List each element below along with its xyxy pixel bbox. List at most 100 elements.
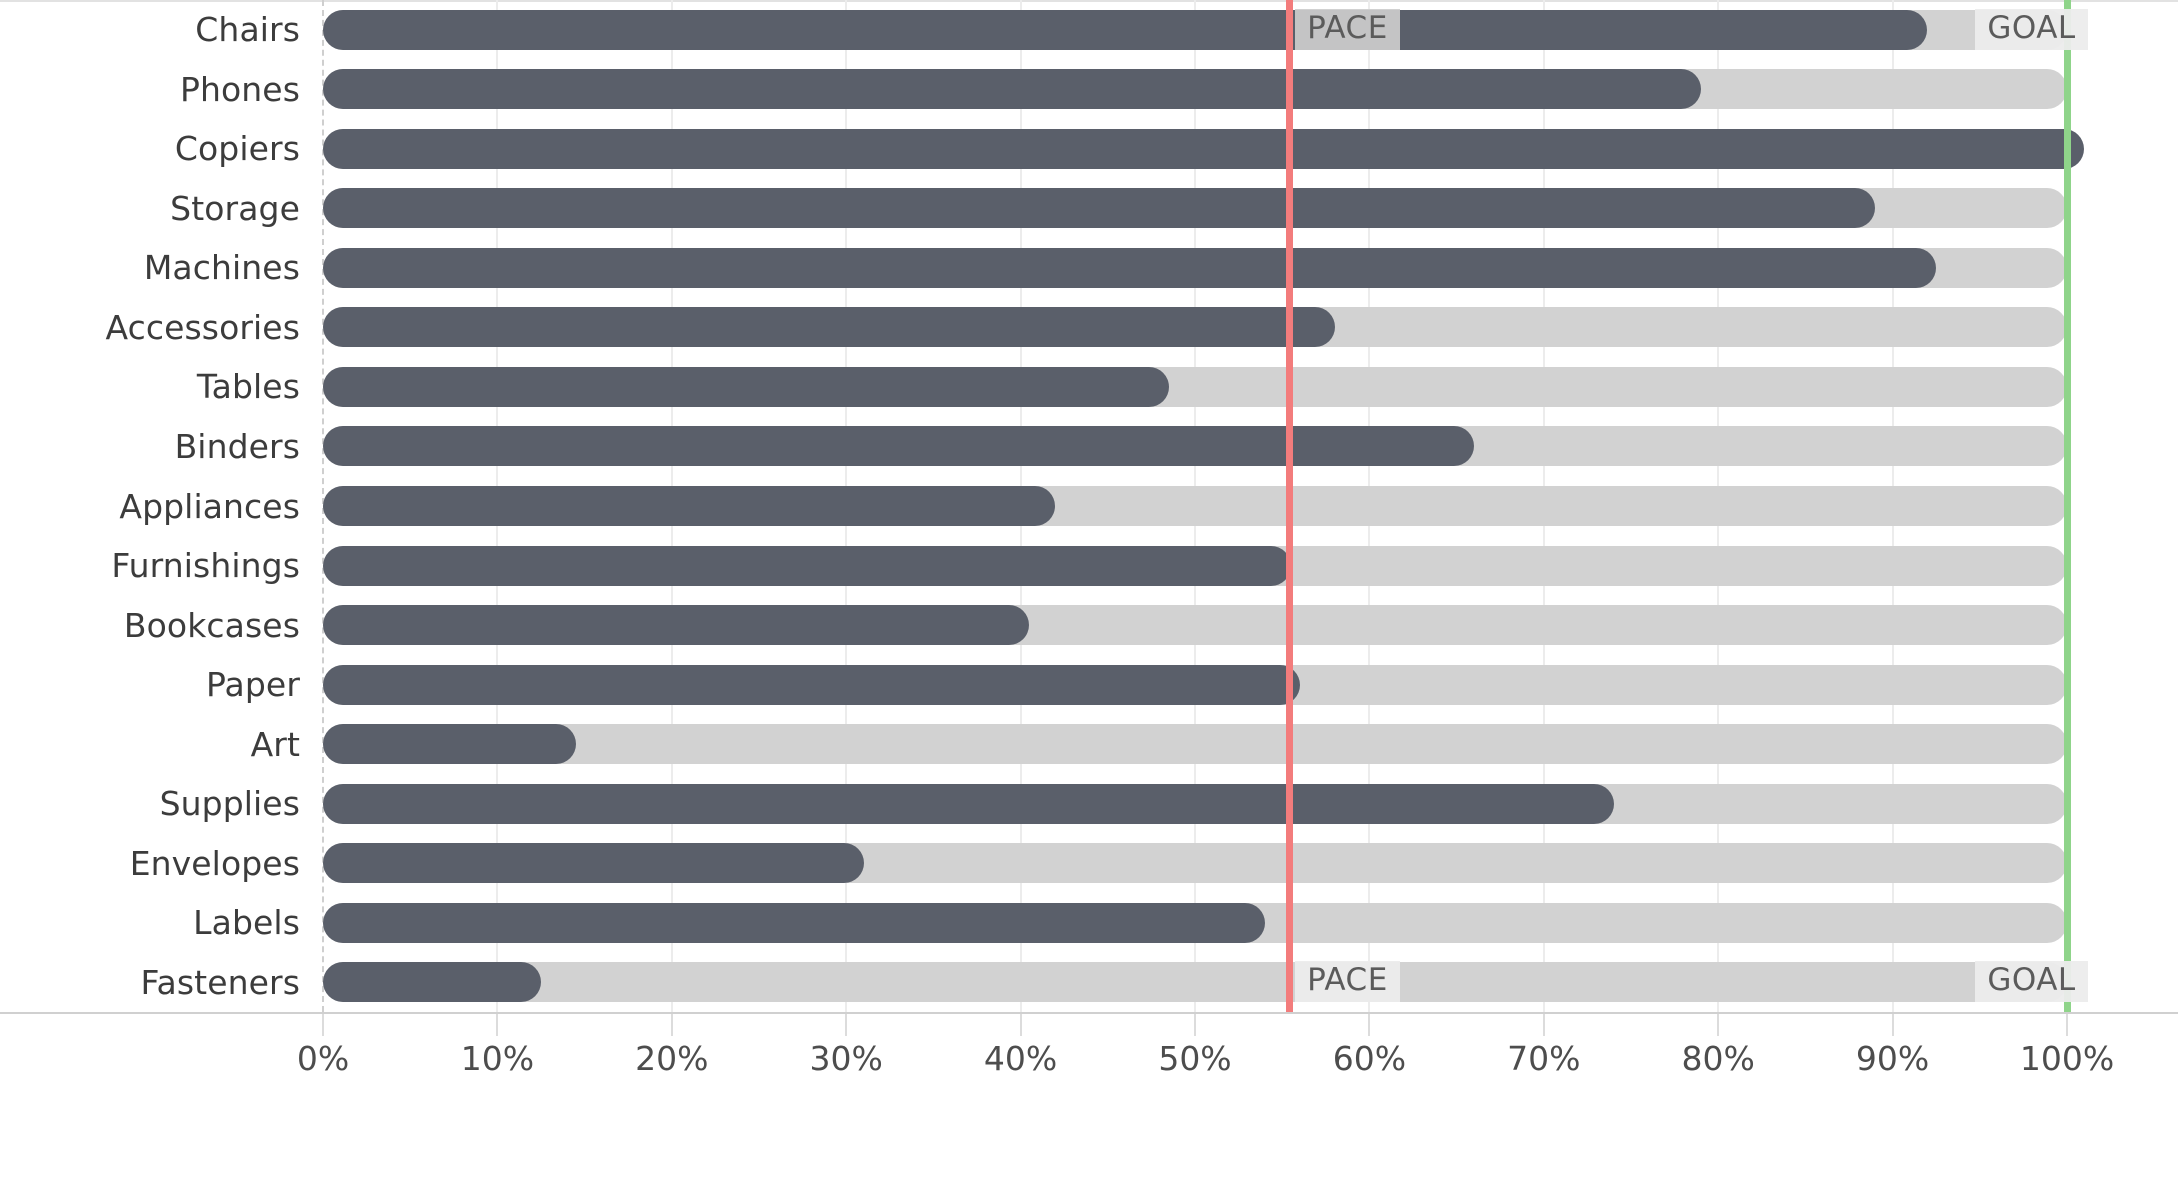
bar-row[interactable]: Accessories — [0, 298, 2178, 358]
bar-value[interactable] — [323, 366, 1169, 407]
category-label: Bookcases — [123, 605, 300, 645]
track-zone — [323, 357, 2178, 417]
track-zone — [323, 655, 2178, 715]
track-zone — [323, 714, 2178, 774]
track-zone — [323, 0, 2178, 60]
track-zone — [323, 298, 2178, 358]
axis-tick-label: 10% — [460, 1039, 535, 1078]
axis-tick-label: 30% — [809, 1039, 883, 1078]
bar-value[interactable] — [323, 9, 1928, 50]
axis-tick — [1542, 1014, 1545, 1036]
bar-row[interactable]: Bookcases — [0, 595, 2178, 655]
axis-tick — [1019, 1014, 1022, 1036]
bar-row[interactable]: Paper — [0, 655, 2178, 715]
axis-tick — [1194, 1014, 1196, 1036]
track-zone — [323, 953, 2178, 1013]
axis-tick — [1717, 1014, 1720, 1036]
bar-value[interactable] — [323, 486, 1056, 527]
track-zone — [323, 893, 2178, 953]
category-label: Art — [250, 724, 300, 764]
category-label: Phones — [179, 69, 300, 109]
pace-label-bottom: PACE — [1295, 961, 1400, 1003]
goal-reference-line — [2064, 0, 2071, 1012]
bar-value[interactable] — [323, 545, 1291, 586]
bar-value[interactable] — [323, 188, 1876, 229]
axis-tick-label: 60% — [1332, 1039, 1407, 1078]
bar-value[interactable] — [323, 962, 541, 1003]
bar-value[interactable] — [323, 843, 864, 884]
axis-tick-label: 50% — [1158, 1039, 1232, 1078]
bar-row[interactable]: Envelopes — [0, 833, 2178, 893]
bar-value[interactable] — [323, 307, 1335, 348]
axis-tick — [845, 1014, 848, 1036]
track-zone — [323, 536, 2178, 596]
bar-value[interactable] — [323, 128, 2085, 169]
category-label: Paper — [206, 665, 300, 705]
axis-tick — [1891, 1014, 1894, 1036]
category-label: Labels — [193, 903, 300, 943]
category-label: Machines — [143, 248, 300, 288]
category-label: Accessories — [105, 307, 300, 347]
axis-tick-label: 20% — [635, 1039, 709, 1078]
bar-value[interactable] — [323, 426, 1475, 467]
axis-tick-label: 90% — [1855, 1039, 1930, 1078]
bar-row[interactable]: Chairs — [0, 0, 2178, 60]
track-zone — [323, 238, 2178, 298]
category-label: Copiers — [174, 129, 300, 169]
category-label: Chairs — [195, 10, 300, 50]
bar-value[interactable] — [323, 724, 576, 765]
category-label: Furnishings — [111, 546, 300, 586]
x-axis: 0% 10% 20% 30% 40% 50% 60% 70% 80% 90% 100% — [0, 1014, 2178, 1114]
pace-reference-line — [1286, 0, 1294, 1012]
category-label: Supplies — [159, 784, 300, 824]
plot-area: Chairs Phones Copiers Storage Machines Access… — [0, 0, 2178, 1012]
bar-value[interactable] — [323, 783, 1614, 824]
bar-row[interactable]: Phones — [0, 60, 2178, 120]
bar-row[interactable]: Storage — [0, 179, 2178, 239]
category-label: Envelopes — [129, 843, 300, 883]
axis-tick — [1368, 1014, 1371, 1036]
bar-row[interactable]: Art — [0, 714, 2178, 774]
bar-row[interactable]: Fasteners — [0, 953, 2178, 1013]
axis-tick-label: 0% — [296, 1039, 350, 1078]
category-label: Appliances — [119, 486, 300, 526]
axis-tick — [496, 1014, 499, 1036]
track-zone — [323, 476, 2178, 536]
bar-row[interactable]: Supplies — [0, 774, 2178, 834]
axis-tick-label: 100% — [2019, 1039, 2115, 1078]
bar-row[interactable]: Tables — [0, 357, 2178, 417]
bar-row[interactable]: Binders — [0, 417, 2178, 477]
bar-row[interactable]: Copiers — [0, 119, 2178, 179]
bar-value[interactable] — [323, 69, 1701, 110]
bar-value[interactable] — [323, 902, 1265, 943]
category-label: Storage — [170, 188, 300, 228]
bar-row[interactable]: Furnishings — [0, 536, 2178, 596]
axis-tick-label: 80% — [1681, 1039, 1755, 1078]
track-zone — [323, 417, 2178, 477]
axis-tick-label: 70% — [1507, 1039, 1581, 1078]
bar-rows: Chairs Phones Copiers Storage Machines Access… — [0, 0, 2178, 1012]
category-label: Tables — [196, 367, 300, 407]
axis-tick — [322, 1014, 324, 1036]
category-label: Binders — [174, 426, 300, 466]
bar-row[interactable]: Labels — [0, 893, 2178, 953]
bar-row[interactable]: Appliances — [0, 476, 2178, 536]
category-label: Fasteners — [140, 962, 300, 1002]
axis-tick-label: 40% — [983, 1039, 1058, 1078]
track-zone — [323, 119, 2178, 179]
track-zone — [323, 774, 2178, 834]
goal-label-top: GOAL — [1975, 8, 2088, 50]
bar-value[interactable] — [323, 247, 1937, 288]
goal-label-bottom: GOAL — [1975, 961, 2088, 1003]
bar-row[interactable]: Machines — [0, 238, 2178, 298]
pace-label-top: PACE — [1295, 8, 1400, 50]
bar-track — [323, 962, 2067, 1003]
bar-track — [323, 724, 2067, 765]
track-zone — [323, 595, 2178, 655]
bar-value[interactable] — [323, 664, 1300, 705]
track-zone — [323, 179, 2178, 239]
axis-tick — [670, 1014, 673, 1036]
bullet-bar-chart: Chairs Phones Copiers Storage Machines Access… — [0, 0, 2178, 1188]
bar-value[interactable] — [323, 605, 1030, 646]
axis-tick — [2066, 1014, 2068, 1036]
